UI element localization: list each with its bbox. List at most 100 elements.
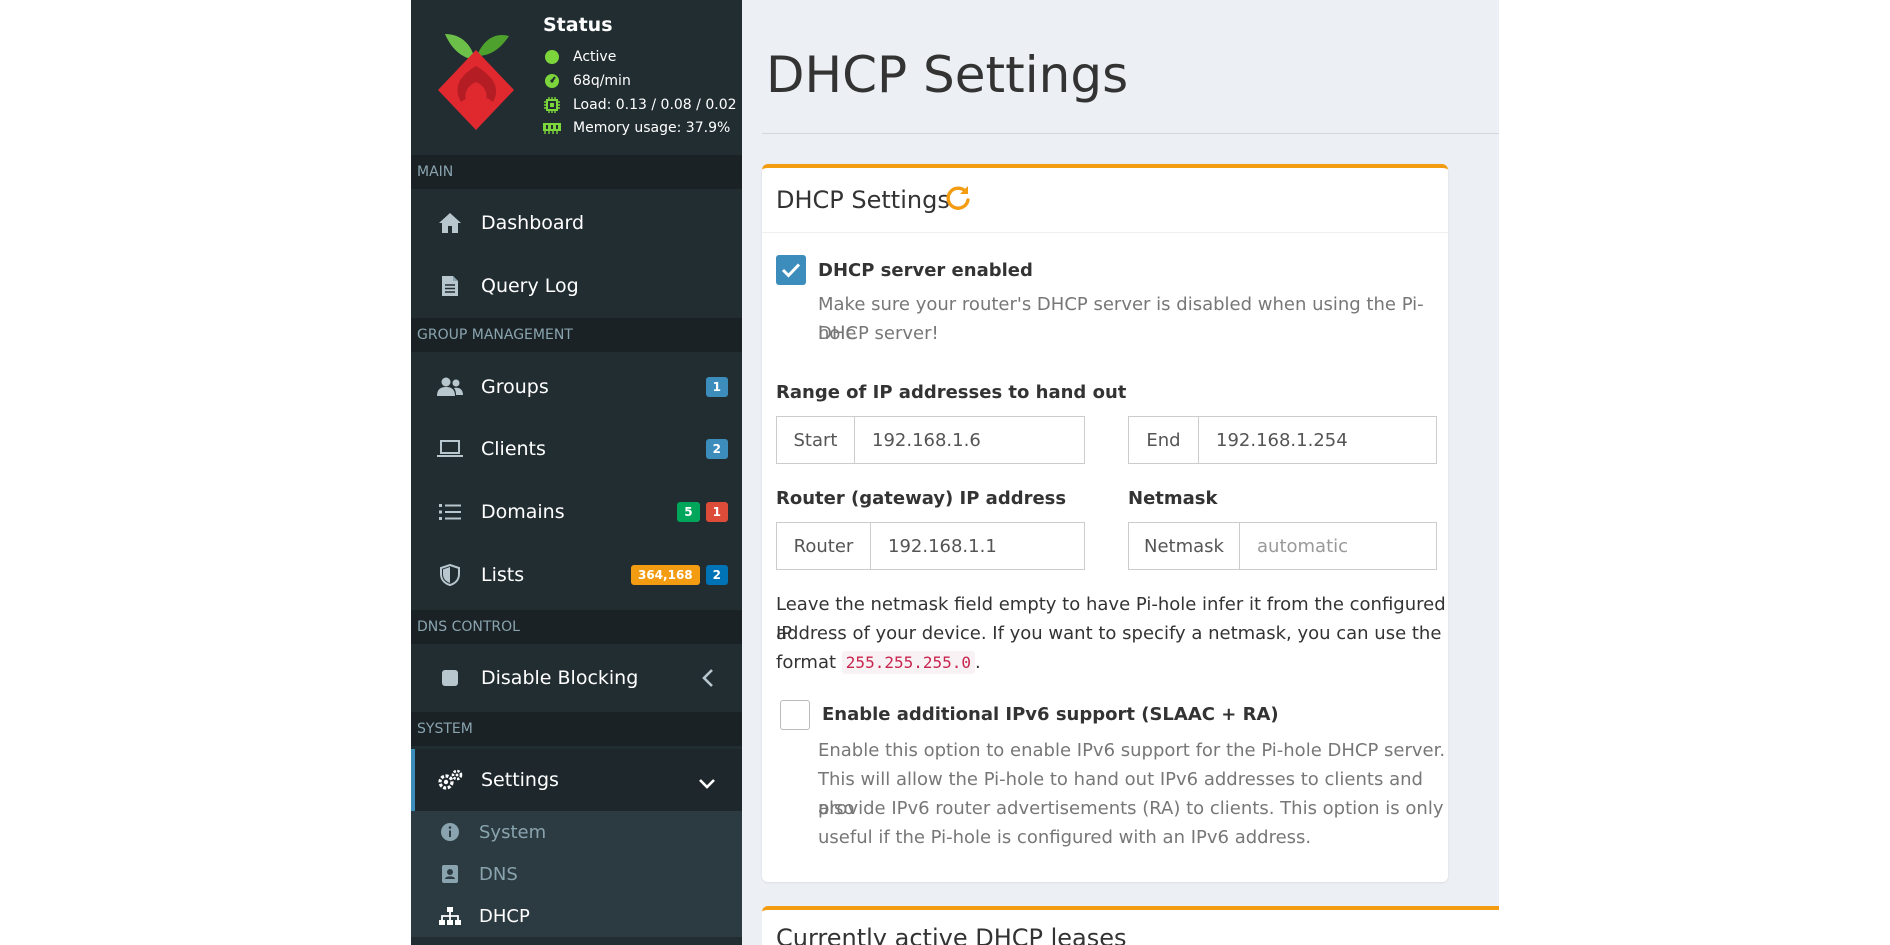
netmask-input[interactable]: automatic (1240, 523, 1436, 569)
stop-icon (437, 665, 463, 691)
clients-count-badge: 2 (705, 439, 728, 459)
status-load-text: Load: 0.13 / 0.08 / 0.02 (573, 97, 737, 113)
sidebar-item-groups[interactable]: Groups 1 (411, 356, 742, 418)
range-label: Range of IP addresses to hand out (776, 382, 1127, 403)
router-addon: Router (777, 523, 871, 569)
cogs-icon (437, 767, 463, 793)
status-queries: 68q/min (543, 70, 631, 92)
sidebar-item-settings[interactable]: Settings (411, 749, 742, 811)
ipv6-checkbox[interactable] (780, 700, 810, 730)
sidebar-item-label: Dashboard (481, 212, 585, 234)
domains-deny-badge: 1 (705, 502, 728, 522)
card-header: DHCP Settings (762, 168, 1448, 233)
router-label: Router (gateway) IP address (776, 488, 1067, 509)
sidebar-item-domains[interactable]: Domains 5 1 (411, 481, 742, 543)
netmask-help-format: format (776, 652, 837, 673)
leases-card: Currently active DHCP leases (762, 906, 1499, 945)
sidebar-item-lists[interactable]: Lists 364,168 2 (411, 544, 742, 606)
file-text-icon (437, 273, 463, 299)
title-divider (762, 133, 1499, 134)
end-ip-input[interactable]: 192.168.1.254 (1199, 417, 1436, 463)
card-title: DHCP Settings (776, 186, 950, 214)
section-group-management: GROUP MANAGEMENT (411, 318, 742, 352)
router-ip-input[interactable]: 192.168.1.1 (871, 523, 1084, 569)
ipv6-label[interactable]: Enable additional IPv6 support (SLAAC + … (822, 704, 1279, 725)
start-addon: Start (777, 417, 855, 463)
laptop-icon (437, 436, 463, 462)
sidebar-item-label: Query Log (481, 275, 579, 297)
sidebar-subitem-dhcp[interactable]: DHCP (411, 895, 742, 937)
status-load: Load: 0.13 / 0.08 / 0.02 (543, 94, 737, 116)
shield-icon (437, 562, 463, 588)
sitemap-icon (439, 905, 461, 927)
sidebar-item-dashboard[interactable]: Dashboard (411, 192, 742, 254)
dhcp-enabled-help-2: DHCP server! (818, 323, 939, 344)
sidebar-item-clients[interactable]: Clients 2 (411, 418, 742, 480)
cpu-icon (543, 96, 561, 114)
sidebar-item-label: Clients (481, 438, 546, 460)
status-dot-icon (543, 48, 561, 66)
netmask-help-period: . (975, 652, 981, 673)
sidebar-item-label: Settings (481, 769, 559, 791)
groups-count-badge: 1 (705, 377, 728, 397)
sidebar-item-query-log[interactable]: Query Log (411, 255, 742, 317)
netmask-help-2: address of your device. If you want to s… (776, 623, 1442, 644)
info-circle-icon (439, 821, 461, 843)
domains-allow-badge: 5 (677, 502, 700, 522)
ipv6-help-3: provide IPv6 router advertisements (RA) … (818, 798, 1444, 819)
app-window: Status Active 68q/min Load: 0.13 / 0.08 … (411, 0, 1499, 945)
sidebar-item-label: Domains (481, 501, 565, 523)
status-memory: Memory usage: 37.9% (543, 117, 730, 139)
sidebar-subitem-label: DHCP (479, 905, 530, 927)
netmask-help-3: format 255.255.255.0. (776, 648, 981, 677)
address-book-icon (439, 863, 461, 885)
status-memory-text: Memory usage: 37.9% (573, 120, 731, 136)
netmask-label: Netmask (1128, 488, 1218, 509)
start-ip-input[interactable]: 192.168.1.6 (855, 417, 1084, 463)
end-addon: End (1129, 417, 1199, 463)
status-title: Status (543, 14, 613, 36)
lists-count-badge: 2 (705, 565, 728, 585)
sidebar-item-label: Lists (481, 564, 525, 586)
section-system: SYSTEM (411, 712, 742, 746)
router-input-group: Router 192.168.1.1 (776, 522, 1085, 570)
chevron-down-icon (698, 773, 716, 795)
sidebar-brand: Status Active 68q/min Load: 0.13 / 0.08 … (411, 0, 742, 154)
dhcp-enabled-checkbox[interactable] (776, 255, 806, 285)
status-active: Active (543, 46, 616, 68)
lists-domains-badge: 364,168 (630, 565, 700, 585)
netmask-example-code: 255.255.255.0 (841, 651, 976, 674)
leases-title: Currently active DHCP leases (776, 924, 1127, 945)
sidebar-subitem-label: DNS (479, 863, 518, 885)
sidebar-subitem-system[interactable]: System (411, 811, 742, 853)
netmask-addon: Netmask (1129, 523, 1240, 569)
ipv6-help-1: Enable this option to enable IPv6 suppor… (818, 740, 1446, 761)
page-title: DHCP Settings (766, 46, 1129, 104)
ipv6-help-4: useful if the Pi-hole is configured with… (818, 827, 1312, 848)
section-dns-control: DNS CONTROL (411, 610, 742, 644)
dhcp-settings-card: DHCP Settings DHCP server enabled Make s… (762, 164, 1448, 882)
chevron-left-icon (702, 668, 714, 693)
checkmark-icon (781, 263, 801, 278)
gauge-icon (543, 72, 561, 90)
list-icon (437, 499, 463, 525)
status-active-text: Active (573, 49, 617, 65)
memory-icon (543, 119, 561, 137)
start-input-group: Start 192.168.1.6 (776, 416, 1085, 464)
sidebar-subitem-label: System (479, 821, 547, 843)
refresh-icon[interactable] (944, 184, 972, 212)
dhcp-enabled-label[interactable]: DHCP server enabled (818, 260, 1033, 281)
home-icon (437, 210, 463, 236)
end-input-group: End 192.168.1.254 (1128, 416, 1437, 464)
users-icon (437, 374, 463, 400)
sidebar-item-disable-blocking[interactable]: Disable Blocking (411, 647, 742, 709)
pihole-logo (438, 34, 514, 130)
sidebar-item-label: Groups (481, 376, 549, 398)
section-main: MAIN (411, 155, 742, 189)
sidebar-item-label: Disable Blocking (481, 667, 639, 689)
netmask-input-group: Netmask automatic (1128, 522, 1437, 570)
status-queries-text: 68q/min (573, 73, 631, 89)
main-content: DHCP Settings DHCP Settings DHCP server … (742, 0, 1499, 945)
sidebar: Status Active 68q/min Load: 0.13 / 0.08 … (411, 0, 742, 945)
sidebar-subitem-dns[interactable]: DNS (411, 853, 742, 895)
